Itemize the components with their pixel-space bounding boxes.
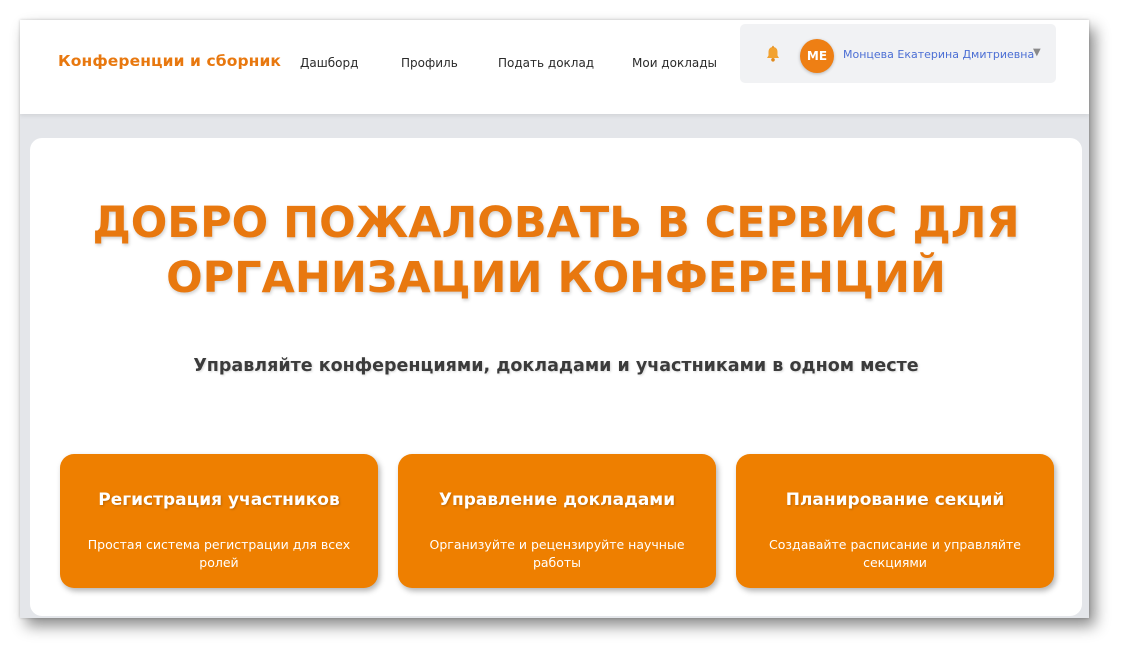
nav-link-my-papers[interactable]: Мои доклады [632,56,717,70]
feature-card-description: Простая система регистрации для всех рол… [87,537,351,570]
feature-card-papers[interactable]: Управление докладами Организуйте и рецен… [398,454,716,588]
feature-card-sections[interactable]: Планирование секций Создавайте расписани… [736,454,1054,588]
page-title-line-1: ДОБРО ПОЖАЛОВАТЬ В СЕРВИС ДЛЯ [92,198,1020,248]
welcome-card: ДОБРО ПОЖАЛОВАТЬ В СЕРВИС ДЛЯ ОРГАНИЗАЦИ… [30,138,1082,616]
avatar[interactable]: МЕ [800,39,834,73]
bell-icon[interactable] [764,45,782,63]
brand-logo-link[interactable]: Конференции и сборник [58,52,281,70]
browser-window: Конференции и сборник Дашборд Профиль По… [20,20,1089,618]
nav-link-dashboard[interactable]: Дашборд [300,56,358,70]
feature-card-registration[interactable]: Регистрация участников Простая система р… [60,454,378,588]
feature-card-description: Организуйте и рецензируйте научные работ… [429,537,685,570]
nav-link-submit-paper[interactable]: Подать доклад [498,56,594,70]
page-subtitle: Управляйте конференциями, докладами и уч… [193,356,919,376]
feature-card-description: Создавайте расписание и управляйте секци… [769,537,1021,570]
nav-link-profile[interactable]: Профиль [401,56,458,70]
feature-card-title: Регистрация участников [98,490,340,510]
feature-card-title: Планирование секций [785,490,1005,510]
top-navbar: Конференции и сборник Дашборд Профиль По… [20,20,1089,114]
feature-card-title: Управление докладами [438,490,676,510]
chevron-down-icon[interactable]: ▼ [1033,47,1041,58]
user-name[interactable]: Монцева Екатерина Дмитриевна [843,48,1034,61]
page-title-line-2: ОРГАНИЗАЦИИ КОНФЕРЕНЦИЙ [166,253,946,303]
user-menu[interactable]: МЕ Монцева Екатерина Дмитриевна ▼ [740,24,1056,83]
page-title: ДОБРО ПОЖАЛОВАТЬ В СЕРВИС ДЛЯ ОРГАНИЗАЦИ… [30,196,1082,306]
